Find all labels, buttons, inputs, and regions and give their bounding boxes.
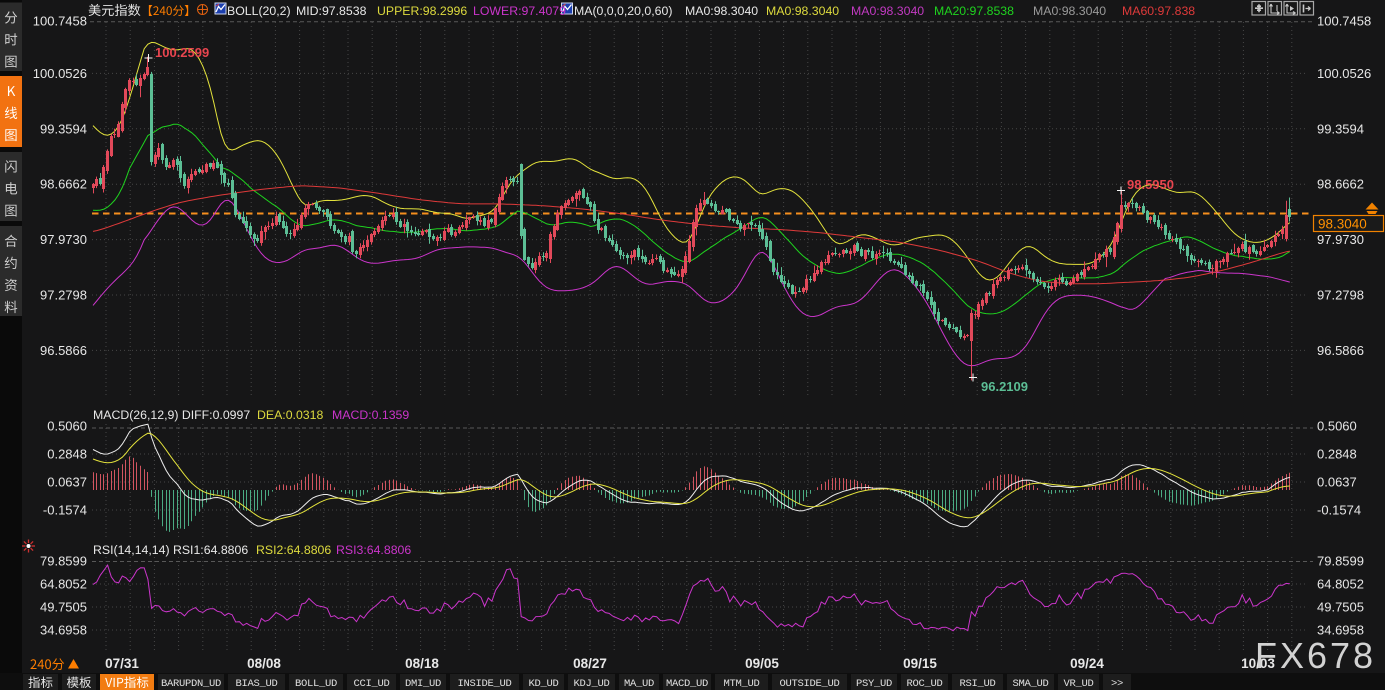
svg-text:MACD:0.1359: MACD:0.1359: [332, 408, 409, 422]
svg-text:99.3594: 99.3594: [40, 121, 87, 136]
svg-text:ROC_UD: ROC_UD: [906, 678, 942, 690]
svg-text:79.8599: 79.8599: [1317, 554, 1364, 569]
svg-text:64.8052: 64.8052: [1317, 577, 1364, 592]
svg-text:34.6958: 34.6958: [40, 623, 87, 638]
svg-text:UPPER:98.2996: UPPER:98.2996: [377, 4, 467, 18]
svg-text:MA0:98.3040: MA0:98.3040: [766, 4, 839, 18]
svg-text:08/18: 08/18: [405, 656, 439, 671]
svg-text:0.0637: 0.0637: [47, 475, 87, 490]
svg-text:97.9730: 97.9730: [40, 232, 87, 247]
svg-text:97.2798: 97.2798: [1317, 288, 1364, 303]
svg-text:-0.1574: -0.1574: [43, 503, 87, 518]
svg-text:MACD(26,12,9) DIFF:0.0997: MACD(26,12,9) DIFF:0.0997: [93, 408, 250, 422]
svg-text:>>: >>: [1111, 678, 1123, 690]
svg-text:LOWER:97.4079: LOWER:97.4079: [473, 4, 566, 18]
svg-text:RSI(14,14,14) RSI1:64.8806: RSI(14,14,14) RSI1:64.8806: [93, 543, 248, 557]
svg-text:98.3040: 98.3040: [1318, 217, 1367, 232]
svg-text:MACD_UD: MACD_UD: [666, 678, 708, 690]
svg-text:100.0526: 100.0526: [1317, 66, 1371, 81]
svg-text:KD_UD: KD_UD: [528, 678, 558, 690]
svg-text:100.7458: 100.7458: [33, 14, 87, 29]
svg-text:MA(0,0,0,20,0,60): MA(0,0,0,20,0,60): [574, 4, 672, 18]
svg-text:96.5866: 96.5866: [40, 343, 87, 358]
svg-text:OUTSIDE_UD: OUTSIDE_UD: [779, 678, 839, 690]
svg-text:98.6662: 98.6662: [1317, 177, 1364, 192]
svg-text:100.2599: 100.2599: [155, 45, 209, 60]
svg-text:RSI_UD: RSI_UD: [959, 678, 995, 690]
svg-text:MA0:98.3040: MA0:98.3040: [1033, 4, 1106, 18]
svg-text:MA0:98.3040: MA0:98.3040: [851, 4, 924, 18]
svg-text:0.5060: 0.5060: [47, 419, 87, 434]
svg-text:96.5866: 96.5866: [1317, 343, 1364, 358]
svg-text:0.2848: 0.2848: [1317, 447, 1357, 462]
svg-text:09/15: 09/15: [903, 656, 937, 671]
svg-text:MID:97.8538: MID:97.8538: [296, 4, 367, 18]
svg-text:SMA_UD: SMA_UD: [1012, 678, 1048, 690]
svg-text:64.8052: 64.8052: [40, 577, 87, 592]
svg-text:97.9730: 97.9730: [1317, 232, 1364, 247]
svg-text:MA0:98.3040: MA0:98.3040: [685, 4, 758, 18]
svg-text:MTM_UD: MTM_UD: [723, 678, 759, 690]
svg-text:08/08: 08/08: [247, 656, 281, 671]
svg-text:-0.1574: -0.1574: [1317, 503, 1361, 518]
svg-text:0.5060: 0.5060: [1317, 419, 1357, 434]
svg-text:CCI_UD: CCI_UD: [353, 678, 389, 690]
svg-text:07/31: 07/31: [105, 656, 139, 671]
svg-text:79.8599: 79.8599: [40, 554, 87, 569]
svg-text:98.5950: 98.5950: [1127, 177, 1174, 192]
svg-text:BIAS_UD: BIAS_UD: [235, 678, 277, 690]
svg-text:DEA:0.0318: DEA:0.0318: [257, 408, 323, 422]
svg-text:99.3594: 99.3594: [1317, 121, 1364, 136]
svg-text:PSY_UD: PSY_UD: [856, 678, 892, 690]
svg-text:RSI2:64.8806: RSI2:64.8806: [256, 543, 331, 557]
svg-text:98.6662: 98.6662: [40, 177, 87, 192]
svg-text:96.2109: 96.2109: [981, 379, 1028, 394]
svg-text:49.7505: 49.7505: [40, 600, 87, 615]
svg-text:BOLL(20,2): BOLL(20,2): [227, 4, 291, 18]
svg-text:MA20:97.8538: MA20:97.8538: [934, 4, 1014, 18]
svg-text:49.7505: 49.7505: [1317, 600, 1364, 615]
svg-text:09/05: 09/05: [745, 656, 779, 671]
svg-text:BARUPDN_UD: BARUPDN_UD: [161, 678, 221, 690]
svg-text:FX678: FX678: [1255, 635, 1376, 676]
svg-text:KDJ_UD: KDJ_UD: [573, 678, 609, 690]
svg-text:RSI3:64.8806: RSI3:64.8806: [336, 543, 411, 557]
svg-text:09/24: 09/24: [1070, 656, 1104, 671]
svg-text:MA_UD: MA_UD: [624, 678, 654, 690]
svg-text:MA60:97.838: MA60:97.838: [1122, 4, 1195, 18]
svg-text:08/27: 08/27: [573, 656, 607, 671]
svg-text:97.2798: 97.2798: [40, 288, 87, 303]
svg-text:0.0637: 0.0637: [1317, 475, 1357, 490]
svg-text:100.0526: 100.0526: [33, 66, 87, 81]
svg-text:100.7458: 100.7458: [1317, 14, 1371, 29]
svg-text:VR_UD: VR_UD: [1063, 678, 1093, 690]
svg-text:DMI_UD: DMI_UD: [405, 678, 441, 690]
svg-text:0.2848: 0.2848: [47, 447, 87, 462]
svg-text:BOLL_UD: BOLL_UD: [295, 678, 337, 690]
svg-text:INSIDE_UD: INSIDE_UD: [457, 678, 511, 690]
